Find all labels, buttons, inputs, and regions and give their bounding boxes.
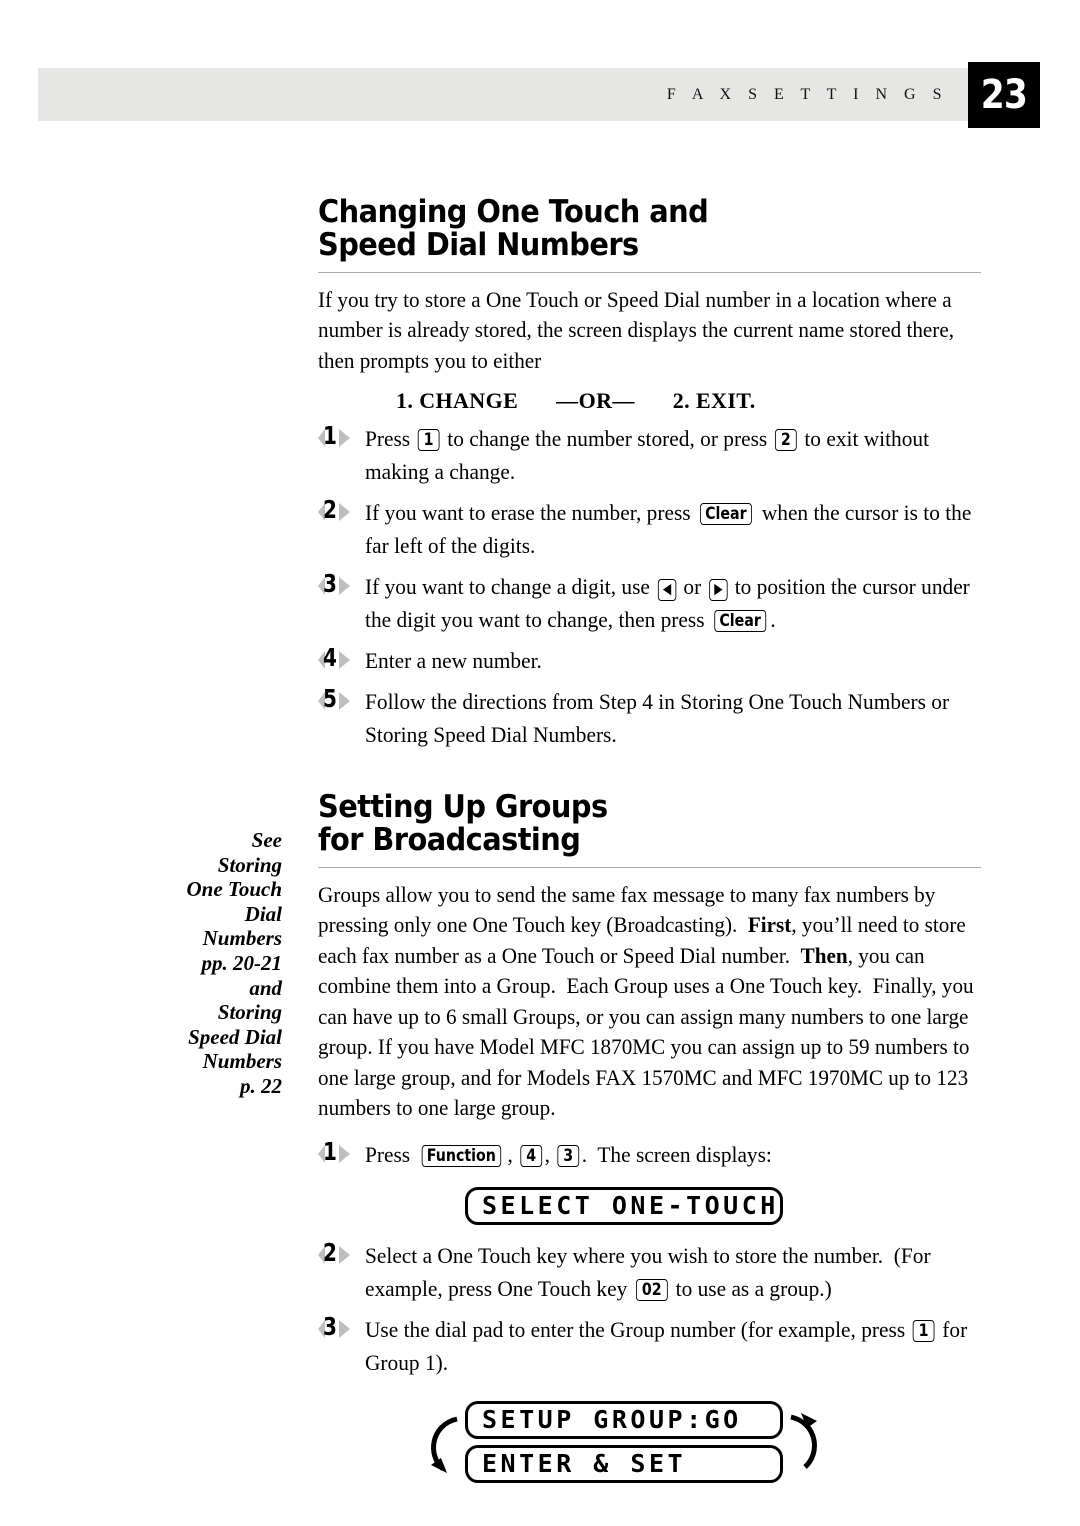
heading-line-1: Setting Up Groups xyxy=(318,789,608,826)
margin-note-text: See Storing One Touch Dial Numbers pp. 20-21 a… xyxy=(186,828,283,1098)
step-item: 4 Enter a new number. xyxy=(318,644,981,677)
step-item: 3 Use the dial pad to enter the Group nu… xyxy=(318,1313,981,1379)
step-text-part: Press xyxy=(365,1141,411,1167)
step-number: 5 xyxy=(323,684,337,714)
key-02[interactable]: 02 xyxy=(635,1278,668,1301)
step-item: 2 If you want to erase the number, press… xyxy=(318,496,981,562)
step-number: 4 xyxy=(323,643,337,673)
prompt-option-exit: 2. EXIT. xyxy=(672,388,756,414)
step-marker: 1 xyxy=(318,1136,360,1168)
page-content: Changing One Touch and Speed Dial Number… xyxy=(318,196,981,1483)
step-number: 1 xyxy=(323,1136,337,1166)
step-item: 5 Follow the directions from Step 4 in S… xyxy=(318,685,981,751)
step-item: 2 Select a One Touch key where you wish … xyxy=(318,1239,981,1305)
key-4[interactable]: 4 xyxy=(520,1144,543,1167)
step-marker-arrow-icon xyxy=(339,1319,350,1338)
key-left-arrow-icon[interactable]: ◀ xyxy=(657,579,676,602)
lcd-display-alternating: SETUP GROUP:GO ENTER & SET xyxy=(431,1400,817,1483)
step-text: Press Function, 4, 3. The screen display… xyxy=(365,1138,981,1171)
lcd-alternate-arrow-left-icon xyxy=(431,1416,458,1473)
heading-rule xyxy=(318,271,981,273)
step-text-part: to change the number stored, or press xyxy=(447,426,768,452)
step-marker-arrow-icon xyxy=(339,1245,350,1264)
key-right-arrow-icon[interactable]: ▶ xyxy=(708,579,728,602)
step-text: Use the dial pad to enter the Group numb… xyxy=(365,1313,981,1379)
page-number-box: 23 xyxy=(968,62,1040,128)
intro-emphasis-then: Then xyxy=(800,942,848,968)
step-item: 1 Press 1 to change the number stored, o… xyxy=(318,422,981,488)
margin-note: See Storing One Touch Dial Numbers pp. 20-21 a… xyxy=(130,828,283,1099)
key-clear[interactable]: Clear xyxy=(700,503,753,526)
step-item: 3 If you want to change a digit, use ◀ o… xyxy=(318,570,981,636)
step-text-part: . xyxy=(770,607,776,633)
lcd-alternate-arrow-right-icon xyxy=(790,1412,817,1469)
running-header-band: F A X S E T T I N G S xyxy=(38,68,968,121)
step-text-part: to use as a group.) xyxy=(675,1275,832,1301)
step-number: 3 xyxy=(323,569,337,599)
key-clear[interactable]: Clear xyxy=(714,610,766,633)
step-text: Enter a new number. xyxy=(365,648,542,674)
step-text: Select a One Touch key where you wish to… xyxy=(365,1239,981,1305)
step-item: 1 Press Function, 4, 3. The screen displ… xyxy=(318,1138,981,1171)
step-text: Press 1 to change the number stored, or … xyxy=(365,422,981,488)
prompt-options-line: 1. CHANGE —OR— 2. EXIT. xyxy=(318,388,981,414)
prompt-separator-or: —OR— xyxy=(556,388,635,414)
lcd-line: SETUP GROUP:GO xyxy=(465,1400,783,1439)
key-2[interactable]: 2 xyxy=(774,429,797,452)
step-text-part: , xyxy=(544,1141,550,1167)
step-text: If you want to erase the number, press C… xyxy=(365,496,981,562)
key-function[interactable]: Function xyxy=(421,1144,502,1167)
step-text-part: or xyxy=(683,574,702,600)
intro-emphasis-first: First xyxy=(747,912,792,938)
step-text-part: . The screen displays: xyxy=(581,1141,772,1167)
key-1[interactable]: 1 xyxy=(417,429,440,452)
step-text-part: , xyxy=(507,1141,513,1167)
step-marker: 4 xyxy=(318,643,360,674)
heading-line-2: for Broadcasting xyxy=(318,822,581,859)
intro-paragraph-changing: If you try to store a One Touch or Speed… xyxy=(318,286,955,373)
intro-part: , you can combine them into a Group. Eac… xyxy=(318,942,974,1121)
running-header-title: F A X S E T T I N G S xyxy=(666,86,948,103)
step-text-part: If you want to erase the number, press xyxy=(365,500,691,526)
step-marker-arrow-icon xyxy=(339,651,350,670)
intro-paragraph-groups: Groups allow you to send the same fax me… xyxy=(318,880,981,1124)
step-marker-arrow-icon xyxy=(339,577,350,596)
step-marker-arrow-icon xyxy=(339,503,350,522)
step-number: 2 xyxy=(323,495,337,525)
section-heading-groups: Setting Up Groups for Broadcasting xyxy=(318,791,935,857)
step-text-part: Use the dial pad to enter the Group numb… xyxy=(365,1316,906,1342)
page-number: 23 xyxy=(980,72,1028,118)
step-number: 1 xyxy=(323,421,337,451)
heading-line-1: Changing One Touch and xyxy=(318,194,709,230)
step-text: Follow the directions from Step 4 in Sto… xyxy=(365,689,950,748)
step-text-part: Press xyxy=(365,426,411,452)
section-heading-changing: Changing One Touch and Speed Dial Number… xyxy=(318,196,935,262)
heading-rule xyxy=(318,866,981,868)
key-1[interactable]: 1 xyxy=(912,1319,935,1342)
step-marker-arrow-icon xyxy=(339,692,350,711)
step-marker-arrow-icon xyxy=(339,1144,350,1163)
lcd-display-select-one-touch: SELECT ONE-TOUCH xyxy=(465,1186,783,1225)
heading-line-2: Speed Dial Numbers xyxy=(318,226,639,263)
step-number: 2 xyxy=(323,1237,337,1267)
step-number: 3 xyxy=(323,1311,337,1341)
step-marker: 5 xyxy=(318,684,360,715)
step-text-part: If you want to change a digit, use xyxy=(365,574,650,600)
prompt-option-change: 1. CHANGE xyxy=(396,388,519,414)
step-marker: 2 xyxy=(318,495,360,526)
step-marker: 3 xyxy=(318,1311,360,1343)
step-marker: 1 xyxy=(318,421,360,452)
step-marker: 3 xyxy=(318,569,360,600)
key-3[interactable]: 3 xyxy=(557,1144,580,1167)
step-marker-arrow-icon xyxy=(339,429,350,448)
step-marker: 2 xyxy=(318,1237,360,1269)
lcd-line: ENTER & SET xyxy=(465,1444,783,1483)
step-text: If you want to change a digit, use ◀ or … xyxy=(365,570,981,636)
lcd-line: SELECT ONE-TOUCH xyxy=(465,1186,783,1225)
